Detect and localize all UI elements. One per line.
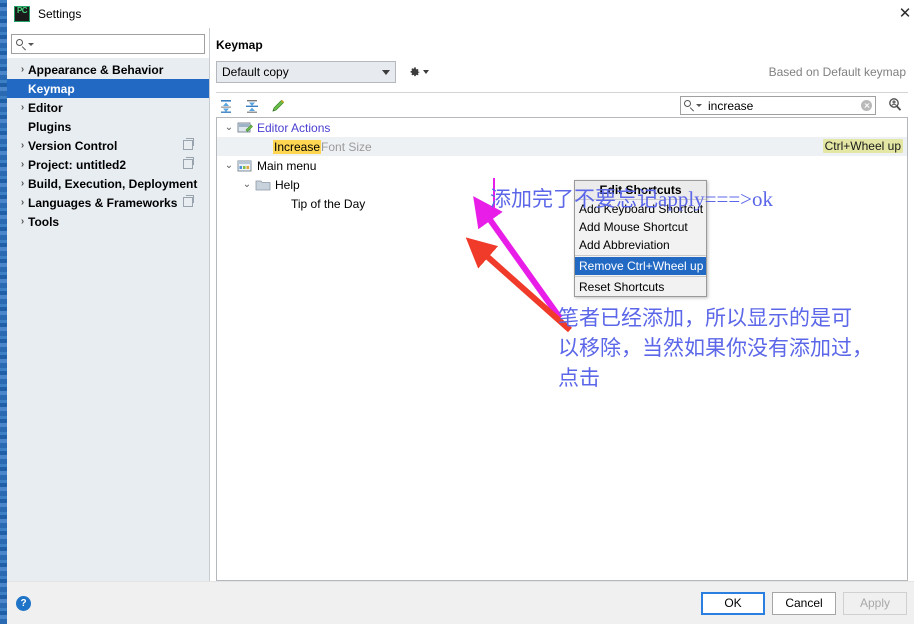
- window-title: Settings: [38, 7, 82, 21]
- context-menu-item-remove-ctrl-wheel-up[interactable]: Remove Ctrl+Wheel up: [575, 257, 706, 275]
- sidebar-item-build-execution-deployment[interactable]: › Build, Execution, Deployment: [7, 174, 209, 193]
- dialog-body: › Appearance & Behavior Keymap › Editor Plugi…: [7, 28, 914, 581]
- search-match-text: Increase: [273, 139, 322, 154]
- shortcut-badge: Ctrl+Wheel up: [822, 139, 903, 153]
- pycharm-icon: [14, 6, 30, 22]
- chevron-right-icon: ›: [20, 159, 25, 170]
- chevron-right-icon: ›: [20, 102, 25, 113]
- keymap-node-main-menu[interactable]: ⌄ Main menu: [217, 156, 907, 175]
- context-menu-item-add-keyboard-shortcut[interactable]: Add Keyboard Shortcut: [575, 200, 706, 218]
- edit-pencil-icon[interactable]: [270, 98, 288, 114]
- collapse-all-icon[interactable]: [244, 98, 262, 114]
- keymap-node-label: Help: [275, 177, 300, 192]
- keymap-pane: Keymap Default copy Based on Default key…: [210, 28, 914, 581]
- chevron-down-icon[interactable]: ⌄: [239, 179, 255, 190]
- title-bar: Settings ✕: [7, 0, 914, 28]
- apply-button: Apply: [843, 591, 907, 615]
- sidebar-item-keymap[interactable]: Keymap: [7, 79, 209, 98]
- sidebar-item-label: Version Control: [28, 138, 118, 153]
- sidebar-item-editor[interactable]: › Editor: [7, 98, 209, 117]
- chevron-down-icon[interactable]: ⌄: [221, 160, 237, 171]
- sidebar-item-languages-frameworks[interactable]: › Languages & Frameworks: [7, 193, 209, 212]
- sidebar-item-label: Appearance & Behavior: [28, 62, 164, 77]
- find-by-shortcut-icon[interactable]: [886, 97, 904, 113]
- sidebar-item-label: Editor: [28, 100, 63, 115]
- sidebar-item-tools[interactable]: › Tools: [7, 212, 209, 231]
- sidebar-item-label: Languages & Frameworks: [28, 195, 178, 210]
- sidebar-item-label: Project: untitled2: [28, 157, 127, 172]
- ok-button[interactable]: OK: [701, 591, 765, 615]
- main-menu-icon: [237, 159, 253, 173]
- edit-shortcuts-context-menu[interactable]: Edit Shortcuts Add Keyboard Shortcut Add …: [574, 180, 707, 297]
- copy-badge-icon: [183, 195, 194, 207]
- sidebar-item-plugins[interactable]: Plugins: [7, 117, 209, 136]
- background-ide-strip: [0, 0, 7, 624]
- keymap-node-tip-of-the-day[interactable]: Tip of the Day: [217, 194, 907, 213]
- find-input[interactable]: [706, 97, 861, 114]
- chevron-right-icon: ›: [20, 216, 25, 227]
- context-menu-item-add-mouse-shortcut[interactable]: Add Mouse Shortcut: [575, 218, 706, 236]
- clear-icon[interactable]: [861, 100, 872, 111]
- chevron-down-icon: [423, 70, 429, 74]
- keymap-node-label: Main menu: [257, 158, 317, 173]
- search-icon: [684, 100, 695, 111]
- context-menu-item-reset-shortcuts[interactable]: Reset Shortcuts: [575, 278, 706, 296]
- keymap-node-label: Tip of the Day: [291, 196, 366, 211]
- keymap-node-editor-actions[interactable]: ⌄ Editor Actions: [217, 118, 907, 137]
- sidebar-item-version-control[interactable]: › Version Control: [7, 136, 209, 155]
- keymap-select-value: Default copy: [222, 65, 289, 79]
- cancel-button[interactable]: Cancel: [772, 591, 836, 615]
- sidebar-item-label: Tools: [28, 214, 60, 229]
- keymap-settings-button[interactable]: [408, 66, 429, 79]
- keymap-node-help[interactable]: ⌄ Help: [217, 175, 907, 194]
- page-title: Keymap: [216, 38, 263, 52]
- sidebar-search-box[interactable]: [11, 34, 205, 54]
- chevron-right-icon: ›: [20, 178, 25, 189]
- keymap-node-label: Editor Actions: [257, 120, 331, 135]
- dialog-buttons: OK Cancel Apply: [701, 591, 907, 615]
- find-shortcut-box[interactable]: [680, 96, 876, 115]
- sidebar-item-project-untitled2[interactable]: › Project: untitled2: [7, 155, 209, 174]
- keymap-select[interactable]: Default copy: [216, 61, 396, 83]
- sidebar-item-label: Build, Execution, Deployment: [28, 176, 198, 191]
- context-menu-item-add-abbreviation[interactable]: Add Abbreviation: [575, 236, 706, 254]
- chevron-down-icon: [382, 69, 390, 75]
- chevron-down-icon: [696, 104, 702, 107]
- gear-icon: [408, 66, 421, 79]
- keymap-node-label: Font Size: [321, 139, 372, 154]
- editor-actions-icon: [237, 121, 253, 135]
- search-icon: [16, 38, 27, 50]
- context-menu-divider: [575, 255, 706, 256]
- copy-badge-icon: [183, 138, 194, 150]
- context-menu-divider: [575, 276, 706, 277]
- copy-badge-icon: [183, 157, 194, 169]
- folder-icon: [255, 178, 271, 192]
- keymap-toolbar: [210, 93, 914, 117]
- based-on-label: Based on Default keymap: [768, 65, 906, 79]
- keymap-tree[interactable]: ⌄ Editor Actions Increase Font Size Ctrl+Wh…: [216, 117, 908, 581]
- search-input[interactable]: [38, 36, 200, 52]
- help-icon[interactable]: ?: [16, 595, 31, 611]
- chevron-right-icon: ›: [20, 64, 25, 75]
- chevron-down-icon: [28, 42, 34, 46]
- expand-all-icon[interactable]: [218, 98, 236, 114]
- keymap-node-increase-font-size[interactable]: Increase Font Size Ctrl+Wheel up: [217, 137, 907, 156]
- sidebar-item-appearance-behavior[interactable]: › Appearance & Behavior: [7, 60, 209, 79]
- keymap-selector-row: Default copy Based on Default keymap: [210, 52, 914, 83]
- chevron-right-icon: ›: [20, 140, 25, 151]
- close-icon[interactable]: ✕: [892, 2, 914, 24]
- chevron-right-icon: ›: [20, 197, 25, 208]
- settings-sidebar: › Appearance & Behavior Keymap › Editor Plugi…: [7, 28, 210, 581]
- chevron-down-icon[interactable]: ⌄: [221, 122, 237, 133]
- dialog-footer: ? OK Cancel Apply: [7, 581, 914, 624]
- settings-dialog: Settings ✕ ›Appearance & BehaviorKeymap›…: [7, 0, 914, 624]
- sidebar-search-wrap: [7, 28, 209, 58]
- context-menu-header: Edit Shortcuts: [575, 181, 706, 200]
- sidebar-item-label: Keymap: [28, 81, 75, 96]
- sidebar-tree: › Appearance & Behavior Keymap › Editor Plugi…: [7, 58, 209, 581]
- sidebar-item-label: Plugins: [28, 119, 72, 134]
